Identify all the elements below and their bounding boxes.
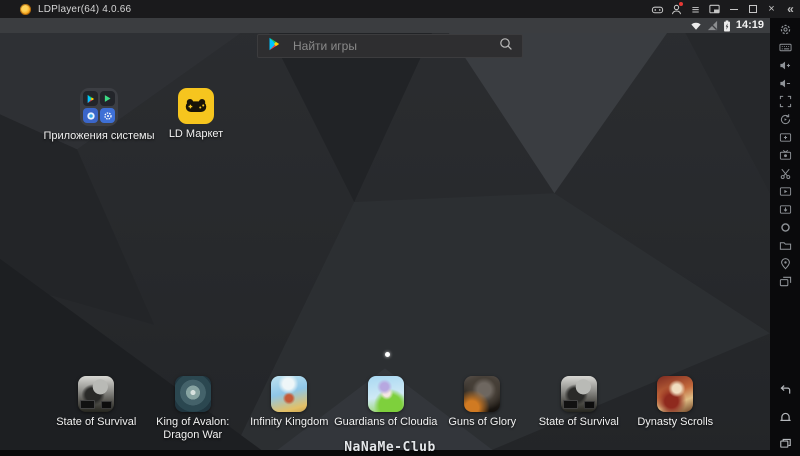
google-play-icon [83,91,98,106]
android-home-icon[interactable] [774,409,796,423]
shared-folder-icon[interactable] [774,238,796,252]
multi-window-icon[interactable] [774,274,796,288]
scissors-icon[interactable] [774,166,796,180]
search-input[interactable] [291,38,490,54]
status-bar: 14:19 [0,18,770,33]
dock-item-guns-of-glory[interactable]: Guns of Glory [434,376,531,441]
dock-item-label: State of Survival [56,416,137,428]
virtual-gps-icon[interactable] [774,256,796,270]
keyboard-icon[interactable] [774,40,796,54]
screen-record-icon[interactable] [774,148,796,162]
green-play-icon [100,91,115,106]
dock-item-state-of-survival[interactable]: State of Survival [48,376,145,441]
account-icon[interactable] [667,0,686,18]
dock-item-label: Dynasty Scrolls [637,416,714,428]
settings-gear-icon[interactable] [774,22,796,36]
king-of-avalon-icon [174,376,211,412]
state-of-survival-icon [560,376,597,412]
volume-up-icon[interactable] [774,58,796,72]
wifi-icon [690,20,702,31]
menu-icon[interactable]: ≡ [686,0,705,18]
dock-item-label: King of Avalon: Dragon War [156,416,230,441]
android-back-icon[interactable] [774,382,796,396]
ldplayer-logo-icon [20,3,31,15]
browser-icon [83,108,98,123]
system-apps-folder-icon [80,88,118,126]
mini-window-icon[interactable] [705,0,724,18]
maximize-button[interactable] [743,0,762,18]
dock-item-label: Infinity Kingdom [250,416,329,428]
close-button[interactable]: × [762,0,781,18]
game-dock: State of Survival King of Avalon: Dragon… [48,376,724,441]
page-indicator-dot [385,352,390,357]
desktop-item-ld-market[interactable]: LD Маркет [146,88,246,140]
guns-of-glory-icon [464,376,501,412]
dock-item-state-of-survival-2[interactable]: State of Survival [531,376,628,441]
battery-charging-icon [723,19,731,32]
infinity-kingdom-icon [271,376,308,412]
dock-item-label: Guardians of Cloudia [334,416,438,428]
volume-down-icon[interactable] [774,76,796,90]
watermark: NaNaMe-Club [344,440,436,455]
window-controls: ≡ × « [648,0,800,18]
clock: 14:19 [735,19,764,31]
ld-market-icon [178,88,214,124]
dock-item-guardians-of-cloudia[interactable]: Guardians of Cloudia [334,376,437,441]
android-recents-icon[interactable] [774,436,796,450]
shake-icon[interactable] [774,220,796,234]
search-bar[interactable] [257,34,523,58]
desktop-item-system-apps-folder[interactable]: Приложения системы [43,88,155,142]
rotate-screen-icon[interactable] [774,112,796,126]
emulator-toolbar [770,18,800,456]
dock-item-infinity-kingdom[interactable]: Infinity Kingdom [241,376,338,441]
title-bar: LDPlayer(64) 4.0.66 ≡ × « [0,0,800,18]
magnifier-icon[interactable] [499,37,513,56]
install-apk-icon[interactable] [774,202,796,216]
desktop-item-label: LD Маркет [168,128,224,140]
fullscreen-icon[interactable] [774,94,796,108]
dock-item-dynasty-scrolls[interactable]: Dynasty Scrolls [627,376,724,441]
gamepad-icon[interactable] [648,0,667,18]
dynasty-scrolls-icon [657,376,694,412]
window-title: LDPlayer(64) 4.0.66 [38,3,132,15]
ldplayer-window: LDPlayer(64) 4.0.66 ≡ × « 14:19 Найти иг… [0,0,800,456]
minimize-button[interactable] [724,0,743,18]
screenshot-icon[interactable] [774,130,796,144]
dock-item-label: State of Survival [538,416,619,428]
state-of-survival-icon [78,376,115,412]
dock-item-king-of-avalon[interactable]: King of Avalon: Dragon War [145,376,242,441]
dock-item-label: Guns of Glory [448,416,517,428]
collapse-toolbar-icon[interactable]: « [781,0,800,18]
guardians-of-cloudia-icon [367,376,404,412]
no-sim-signal-icon [707,20,718,31]
settings-gear-icon [100,108,115,123]
google-play-icon [267,36,282,57]
video-player-icon[interactable] [774,184,796,198]
notification-dot [679,2,683,6]
android-screen: 14:19 Найти игры Приложения системы LD М… [0,18,770,456]
desktop-item-label: Приложения системы [43,130,155,142]
